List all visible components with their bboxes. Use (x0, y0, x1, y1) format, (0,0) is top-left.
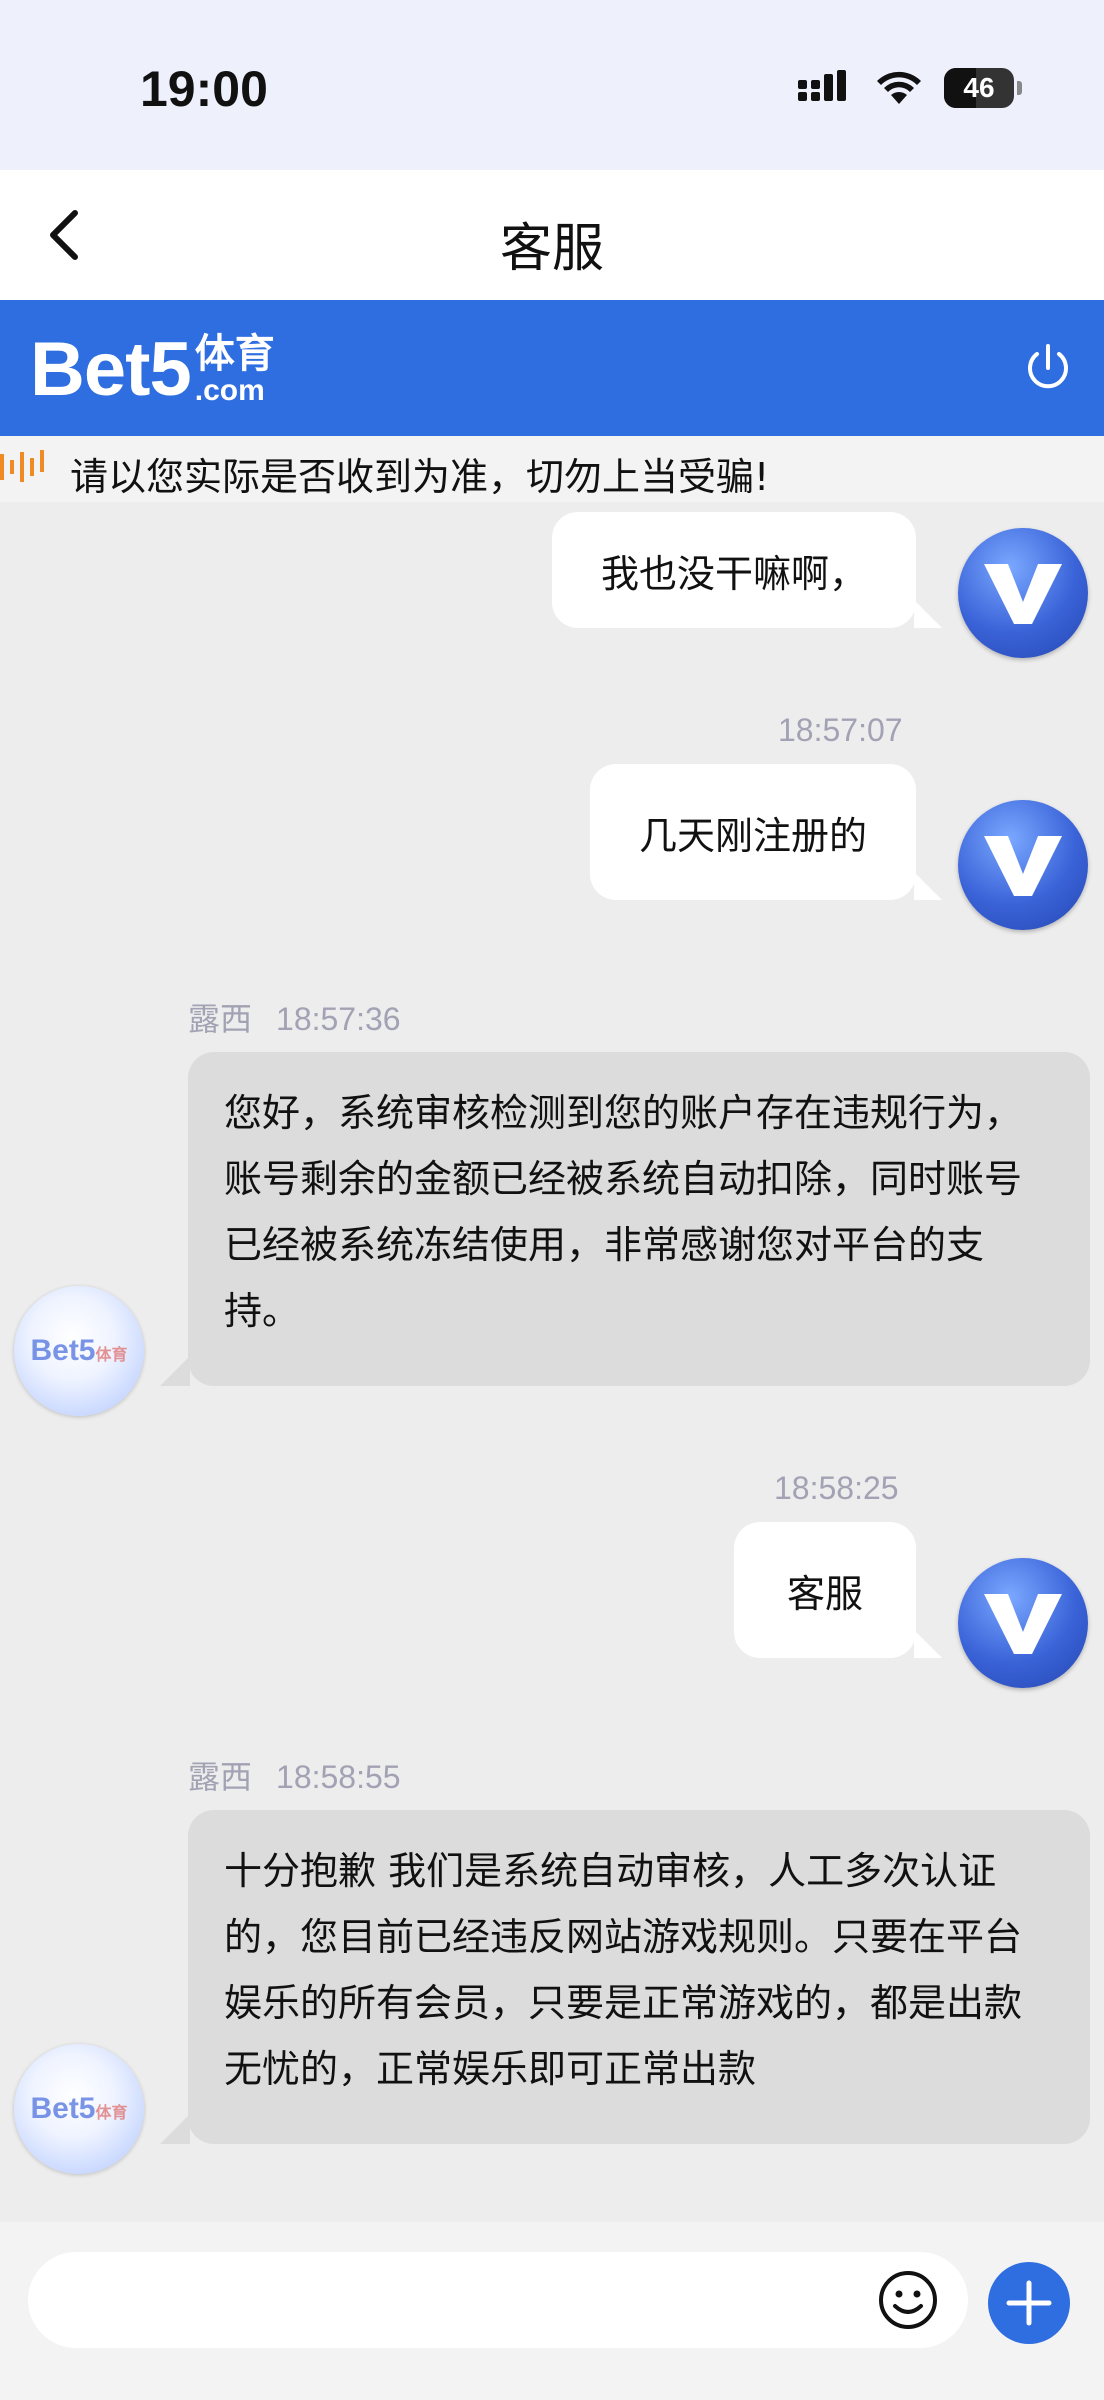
message-timestamp: 18:58:25 (774, 1470, 899, 1506)
agent-name: 露西 (188, 1000, 253, 1038)
page-title: 客服 (499, 219, 604, 279)
agent-avatar[interactable]: Bet5体育 (14, 2044, 144, 2174)
logo-com-text: .com (194, 374, 265, 407)
notice-bar: 请以您实际是否收到为准，切勿上当受骗! (0, 436, 1104, 502)
agent-avatar[interactable]: Bet5体育 (14, 1286, 144, 1416)
v-logo-avatar (984, 564, 1062, 624)
cellular-signal-icon (798, 70, 846, 101)
nav-bar: 客服 (0, 170, 1104, 300)
message-text: 您好，系统审核检测到您的账户存在违规行为，账号剩余的金额已经被系统自动扣除，同时… (224, 1091, 1023, 1333)
message-text: 我也没干嘛啊， (600, 551, 867, 596)
brand-logo: Bet5 体育 .com (30, 330, 275, 410)
logo-cn-text: 体育 (194, 331, 275, 377)
plus-icon (1006, 2280, 1052, 2326)
message-text: 几天刚注册的 (638, 813, 867, 858)
message-timestamp: 18:57:36 (276, 1001, 401, 1037)
logo-main-text: Bet5 (30, 327, 192, 412)
status-time: 19:00 (140, 61, 268, 117)
smiley-icon[interactable] (876, 2268, 940, 2332)
user-avatar[interactable] (958, 528, 1088, 658)
battery-level: 46 (963, 72, 995, 103)
status-icons: 46 (798, 66, 1022, 110)
v-logo-avatar (984, 1594, 1062, 1654)
agent-meta: 露西 18:57:36 (188, 994, 425, 1040)
incoming-message: 您好，系统审核检测到您的账户存在违规行为，账号剩余的金额已经被系统自动扣除，同时… (160, 1052, 1090, 1386)
outgoing-message: 几天刚注册的 (590, 764, 942, 900)
user-avatar[interactable] (958, 1558, 1088, 1688)
add-button[interactable] (988, 2262, 1070, 2344)
message-timestamp: 18:58:55 (276, 1759, 401, 1795)
wifi-icon (877, 71, 921, 104)
agent-meta: 露西 18:58:55 (188, 1752, 425, 1798)
user-avatar[interactable] (958, 800, 1088, 930)
message-input[interactable] (28, 2252, 968, 2348)
v-logo-avatar (984, 836, 1062, 896)
agent-avatar-logo: Bet5体育 (30, 1334, 128, 1367)
agent-avatar-logo: Bet5体育 (30, 2092, 128, 2125)
brand-header: Bet5 体育 .com (0, 300, 1104, 436)
message-text: 客服 (786, 1571, 863, 1616)
message-text: 十分抱歉 我们是系统自动审核，人工多次认证的，您目前已经违反网站游戏规则。只要在… (224, 1849, 1023, 2091)
sound-wave-icon (0, 450, 44, 482)
power-icon[interactable] (1020, 340, 1076, 396)
outgoing-message: 我也没干嘛啊， (552, 512, 942, 628)
outgoing-message: 客服 (734, 1522, 942, 1658)
notice-text: 请以您实际是否收到为准，切勿上当受骗! (70, 455, 770, 499)
battery-icon: 46 (944, 68, 1022, 108)
composer (0, 2222, 1104, 2400)
agent-name: 露西 (188, 1758, 253, 1796)
incoming-message: 十分抱歉 我们是系统自动审核，人工多次认证的，您目前已经违反网站游戏规则。只要在… (160, 1810, 1090, 2144)
status-bar: 19:00 46 (0, 0, 1104, 170)
message-timestamp: 18:57:07 (778, 712, 903, 748)
